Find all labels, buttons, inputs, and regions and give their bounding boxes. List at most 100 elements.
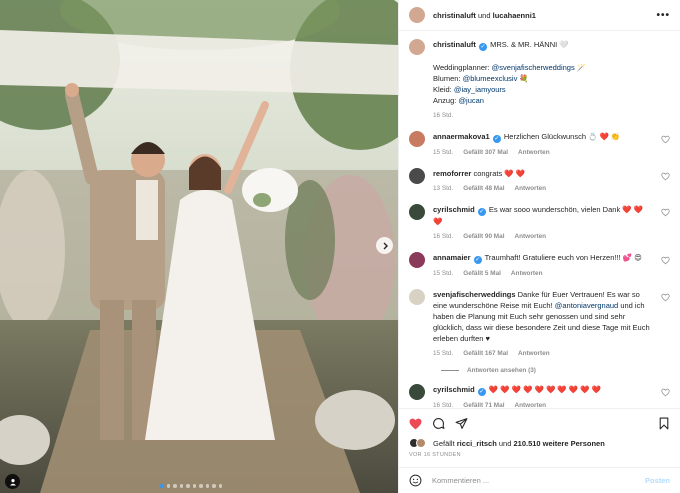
like-button[interactable] bbox=[409, 418, 422, 430]
likes-middle: und bbox=[496, 438, 514, 448]
comment-item: svenjafischerweddings Danke für Euer Ver… bbox=[409, 289, 670, 359]
caption-mention[interactable]: @svenjafischerweddings bbox=[492, 63, 575, 72]
comment-age[interactable]: 15 Std. bbox=[433, 348, 453, 359]
comment-likes[interactable]: Gefällt 307 Mal bbox=[463, 147, 508, 158]
comment-username[interactable]: svenjafischerweddings bbox=[433, 290, 516, 299]
comment-age[interactable]: 16 Std. bbox=[433, 231, 453, 242]
heart-outline-icon bbox=[661, 135, 670, 144]
verified-icon: ✓ bbox=[473, 256, 482, 264]
carousel-dot bbox=[160, 484, 164, 488]
comment-username[interactable]: remoforrer bbox=[433, 169, 471, 178]
avatar[interactable] bbox=[409, 39, 425, 55]
view-replies-label[interactable]: Antworten ansehen (3) bbox=[467, 367, 536, 374]
comment-username[interactable]: cyrilschmid bbox=[433, 205, 475, 214]
comment-age[interactable]: 15 Std. bbox=[433, 147, 453, 158]
post-sidebar: christinaluft und lucahaenni1 ••• christ… bbox=[398, 0, 680, 493]
comment-item: annamaier ✓ Traumhaft! Gratuliere euch v… bbox=[409, 252, 670, 279]
caption-mention[interactable]: @jucan bbox=[458, 96, 484, 105]
add-comment-bar: Posten bbox=[399, 467, 680, 493]
tagged-users-button[interactable] bbox=[5, 474, 20, 489]
comment-username[interactable]: annaermakova1 bbox=[433, 132, 490, 141]
send-icon bbox=[455, 418, 468, 429]
avatar[interactable] bbox=[409, 204, 425, 220]
authors-conjunction: und bbox=[478, 10, 491, 20]
caption-line: Weddingplanner: @svenjafischerweddings 🪄 bbox=[433, 62, 654, 73]
carousel-dot bbox=[212, 484, 216, 488]
comment-text: Herzlichen Glückwunsch 💍 ❤️ 👏 bbox=[503, 132, 621, 141]
avatar[interactable] bbox=[409, 252, 425, 268]
verified-icon: ✓ bbox=[477, 208, 486, 216]
post-header: christinaluft und lucahaenni1 ••• bbox=[399, 0, 680, 31]
chevron-right-icon bbox=[383, 242, 388, 249]
caption-line: Anzug: @jucan bbox=[433, 95, 654, 106]
avatar[interactable] bbox=[409, 7, 425, 23]
comment-text: Traumhaft! Gratuliere euch von Herzen!!!… bbox=[484, 253, 642, 262]
comment-input[interactable] bbox=[432, 476, 645, 485]
comment-item: cyrilschmid ✓ Es war sooo wunderschön, v… bbox=[409, 204, 670, 242]
likes-summary: Gefällt ricci_ritsch und 210.510 weitere… bbox=[409, 438, 670, 448]
likes-text: Gefällt ricci_ritsch und 210.510 weitere… bbox=[433, 439, 605, 448]
reply-button[interactable]: Antworten bbox=[511, 268, 543, 279]
liker-username[interactable]: ricci_ritsch bbox=[457, 439, 497, 448]
comment-like-button[interactable] bbox=[661, 208, 670, 217]
caption-mention[interactable]: @blumeexclusiv bbox=[463, 74, 518, 83]
comment-like-button[interactable] bbox=[661, 135, 670, 144]
caption-lines: Weddingplanner: @svenjafischerweddings 🪄… bbox=[433, 62, 654, 106]
comment-like-button[interactable] bbox=[661, 388, 670, 397]
heart-outline-icon bbox=[661, 172, 670, 181]
next-image-button[interactable] bbox=[376, 237, 393, 254]
comment-age[interactable]: 13 Std. bbox=[433, 183, 453, 194]
comment-like-button[interactable] bbox=[661, 293, 670, 302]
comment-mention[interactable]: @antoniavergnaud bbox=[555, 301, 619, 310]
comment-likes[interactable]: Gefällt 48 Mal bbox=[463, 183, 504, 194]
more-options-icon[interactable]: ••• bbox=[656, 10, 670, 21]
avatar[interactable] bbox=[409, 384, 425, 400]
post-actions bbox=[399, 408, 680, 438]
comment-age[interactable]: 15 Std. bbox=[433, 268, 453, 279]
comments-list[interactable]: christinaluft ✓ MRS. & MR. HÄNNI 🤍 Weddi… bbox=[399, 31, 680, 408]
caption-mention[interactable]: @iay_iamyours bbox=[454, 85, 506, 94]
post-comment-button[interactable]: Posten bbox=[645, 476, 670, 485]
avatar[interactable] bbox=[409, 289, 425, 305]
caption-title: MRS. & MR. HÄNNI 🤍 bbox=[490, 40, 569, 49]
reply-button[interactable]: Antworten bbox=[514, 400, 546, 408]
carousel-dot bbox=[205, 484, 209, 488]
comment-item: annaermakova1 ✓ Herzlichen Glückwunsch 💍… bbox=[409, 131, 670, 158]
post-timestamp[interactable]: VOR 16 STUNDEN bbox=[409, 452, 461, 458]
reply-button[interactable]: Antworten bbox=[518, 147, 550, 158]
avatar[interactable] bbox=[409, 131, 425, 147]
bookmark-icon bbox=[659, 417, 669, 430]
heart-filled-icon bbox=[409, 418, 422, 429]
comment-likes[interactable]: Gefällt 71 Mal bbox=[463, 400, 504, 408]
comment-username[interactable]: cyrilschmid bbox=[433, 385, 475, 394]
comment-username[interactable]: annamaier bbox=[433, 253, 471, 262]
comment-age[interactable]: 16 Std. bbox=[433, 400, 453, 408]
caption-line-label: Kleid: bbox=[433, 85, 454, 94]
comment-likes[interactable]: Gefällt 167 Mal bbox=[463, 348, 508, 359]
caption-line: Kleid: @iay_iamyours bbox=[433, 84, 654, 95]
reply-button[interactable]: Antworten bbox=[518, 348, 550, 359]
caption-username[interactable]: christinaluft bbox=[433, 40, 476, 49]
heart-outline-icon bbox=[661, 208, 670, 217]
likes-count[interactable]: 210.510 weitere Personen bbox=[513, 439, 604, 448]
author-link-1[interactable]: christinaluft bbox=[433, 11, 476, 20]
author-link-2[interactable]: lucahaenni1 bbox=[493, 11, 536, 20]
avatar[interactable] bbox=[409, 168, 425, 184]
save-button[interactable] bbox=[658, 417, 670, 430]
reply-button[interactable]: Antworten bbox=[514, 231, 546, 242]
comment-text: ❤️ ❤️ ❤️ ❤️ ❤️ ❤️ ❤️ ❤️ ❤️ ❤️ bbox=[488, 385, 602, 394]
comment-button[interactable] bbox=[432, 417, 445, 430]
comment-like-button[interactable] bbox=[661, 172, 670, 181]
comment-likes[interactable]: Gefällt 5 Mal bbox=[463, 268, 501, 279]
reply-button[interactable]: Antworten bbox=[514, 183, 546, 194]
caption-line-label: Anzug: bbox=[433, 96, 459, 105]
comment-likes[interactable]: Gefällt 90 Mal bbox=[463, 231, 504, 242]
view-replies-button[interactable]: Antworten ansehen (3) bbox=[441, 367, 670, 374]
share-button[interactable] bbox=[455, 417, 468, 430]
emoji-icon[interactable] bbox=[409, 474, 422, 487]
heart-outline-icon bbox=[661, 256, 670, 265]
comment-like-button[interactable] bbox=[661, 256, 670, 265]
comment-container: annaermakova1 ✓ Herzlichen Glückwunsch 💍… bbox=[409, 131, 670, 408]
post-photo[interactable] bbox=[0, 0, 398, 493]
carousel-dot bbox=[173, 484, 177, 488]
